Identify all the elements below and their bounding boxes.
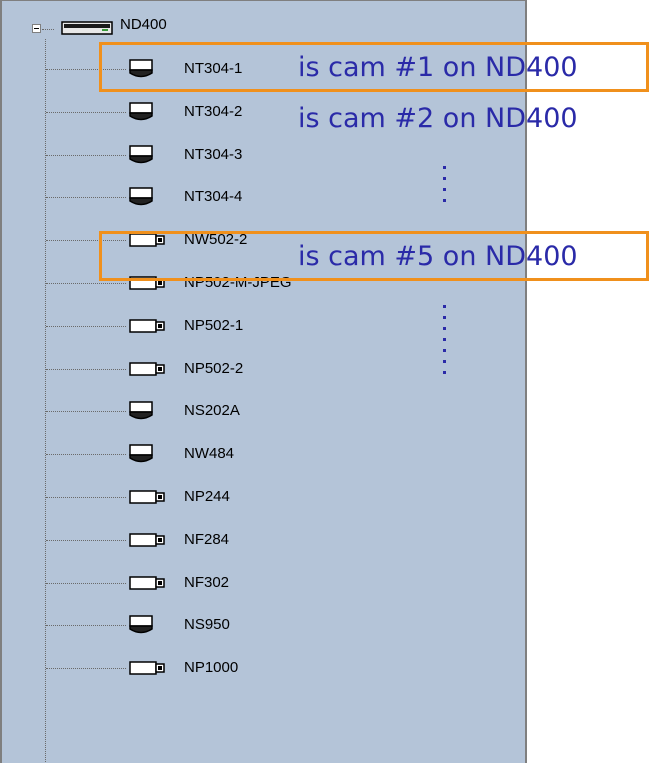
tree-connector (46, 411, 126, 412)
tree-node-label[interactable]: NP502-2 (184, 360, 243, 378)
ellipsis-icon (443, 166, 446, 210)
tree-node-label[interactable]: NS950 (184, 616, 230, 634)
tree-connector (42, 29, 54, 30)
nvr-device-icon (61, 21, 113, 35)
ellipsis-icon (443, 305, 446, 382)
tree-connector (46, 369, 126, 370)
tree-connector (46, 625, 126, 626)
tree-connector (46, 112, 126, 113)
box-camera-icon (129, 319, 165, 333)
box-camera-icon (129, 661, 165, 675)
tree-connector (46, 540, 126, 541)
dome-camera-icon (129, 401, 153, 420)
tree-node-label[interactable]: NT304-2 (184, 103, 242, 121)
annotation-cam-2: is cam #2 on ND400 (298, 103, 578, 134)
tree-node-label[interactable]: NP1000 (184, 659, 238, 677)
tree-node-label[interactable]: NS202A (184, 402, 240, 420)
tree-node-label[interactable]: NT304-4 (184, 188, 242, 206)
tree-connector (46, 240, 126, 241)
tree-node-label[interactable]: NP244 (184, 488, 230, 506)
tree-node-label[interactable]: NW502-2 (184, 231, 247, 249)
tree-node-label[interactable]: NW484 (184, 445, 234, 463)
box-camera-icon (129, 233, 165, 247)
dome-camera-icon (129, 615, 153, 634)
tree-connector (46, 197, 126, 198)
box-camera-icon (129, 490, 165, 504)
tree-connector (46, 583, 126, 584)
tree-connector (46, 283, 126, 284)
tree-connector (46, 69, 126, 70)
dome-camera-icon (129, 444, 153, 463)
collapse-toggle[interactable] (32, 24, 41, 33)
box-camera-icon (129, 533, 165, 547)
tree-connector (46, 155, 126, 156)
tree-node-label[interactable]: NF302 (184, 574, 229, 592)
tree-node-label[interactable]: NP502-M-JPEG (184, 274, 292, 292)
tree-node-label[interactable]: NT304-3 (184, 146, 242, 164)
box-camera-icon (129, 362, 165, 376)
tree-connector (46, 454, 126, 455)
dome-camera-icon (129, 102, 153, 121)
tree-connector (46, 326, 126, 327)
box-camera-icon (129, 276, 165, 290)
tree-root-label[interactable]: ND400 (120, 16, 167, 34)
tree-node-label[interactable]: NT304-1 (184, 60, 242, 78)
tree-guide-line (45, 39, 46, 763)
tree-connector (46, 668, 126, 669)
box-camera-icon (129, 576, 165, 590)
tree-connector (46, 497, 126, 498)
dome-camera-icon (129, 59, 153, 78)
dome-camera-icon (129, 145, 153, 164)
annotation-cam-1: is cam #1 on ND400 (298, 52, 578, 83)
dome-camera-icon (129, 187, 153, 206)
tree-node-label[interactable]: NF284 (184, 531, 229, 549)
tree-node-label[interactable]: NP502-1 (184, 317, 243, 335)
annotation-cam-5: is cam #5 on ND400 (298, 241, 578, 272)
